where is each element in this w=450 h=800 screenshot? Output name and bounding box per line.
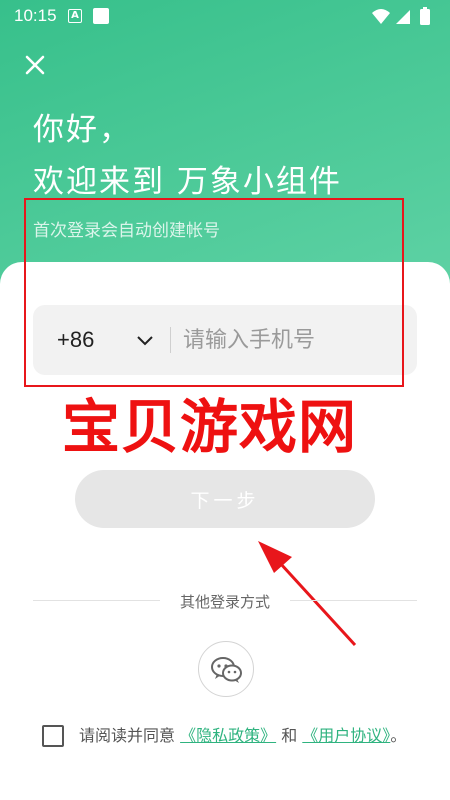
phone-field: +86 <box>33 305 417 375</box>
privacy-policy-link[interactable]: 《隐私政策》 <box>180 726 276 745</box>
status-right-icons <box>370 6 440 28</box>
agreement-suffix: 。 <box>390 726 407 745</box>
notification-square-icon <box>93 8 109 24</box>
greeting-title: 你好， <box>33 112 132 148</box>
agreement-prefix: 请阅读并同意 <box>79 726 181 745</box>
divider-left <box>33 600 160 601</box>
wifi-icon <box>372 9 390 24</box>
status-bar: 10:15 A <box>0 0 450 34</box>
field-divider <box>170 327 171 353</box>
agreement-and: 和 <box>276 726 303 745</box>
other-login-label: 其他登录方式 <box>179 593 270 611</box>
notification-a-icon: A <box>68 9 82 23</box>
battery-icon <box>420 7 430 25</box>
signal-icon <box>396 10 410 24</box>
header-banner <box>0 0 450 300</box>
wechat-login-button[interactable] <box>198 641 254 697</box>
auto-register-hint: 首次登录会自动创建帐号 <box>33 221 220 241</box>
phone-input[interactable] <box>183 319 403 361</box>
chevron-down-icon[interactable] <box>136 332 154 351</box>
welcome-title: 欢迎来到 万象小组件 <box>33 164 342 200</box>
user-agreement-link[interactable]: 《用户协议》 <box>302 726 390 745</box>
divider-right <box>290 600 417 601</box>
close-icon[interactable] <box>22 52 48 78</box>
watermark: 宝贝游戏网 <box>62 393 358 461</box>
agreement-text: 请阅读并同意 《隐私政策》 和 《用户协议》。 <box>79 722 419 749</box>
next-button[interactable]: 下一步 <box>75 470 375 528</box>
wechat-icon <box>211 657 242 683</box>
country-code-selector[interactable]: +86 <box>57 327 94 353</box>
status-time: 10:15 <box>14 6 57 25</box>
agreement-checkbox[interactable] <box>42 725 64 747</box>
